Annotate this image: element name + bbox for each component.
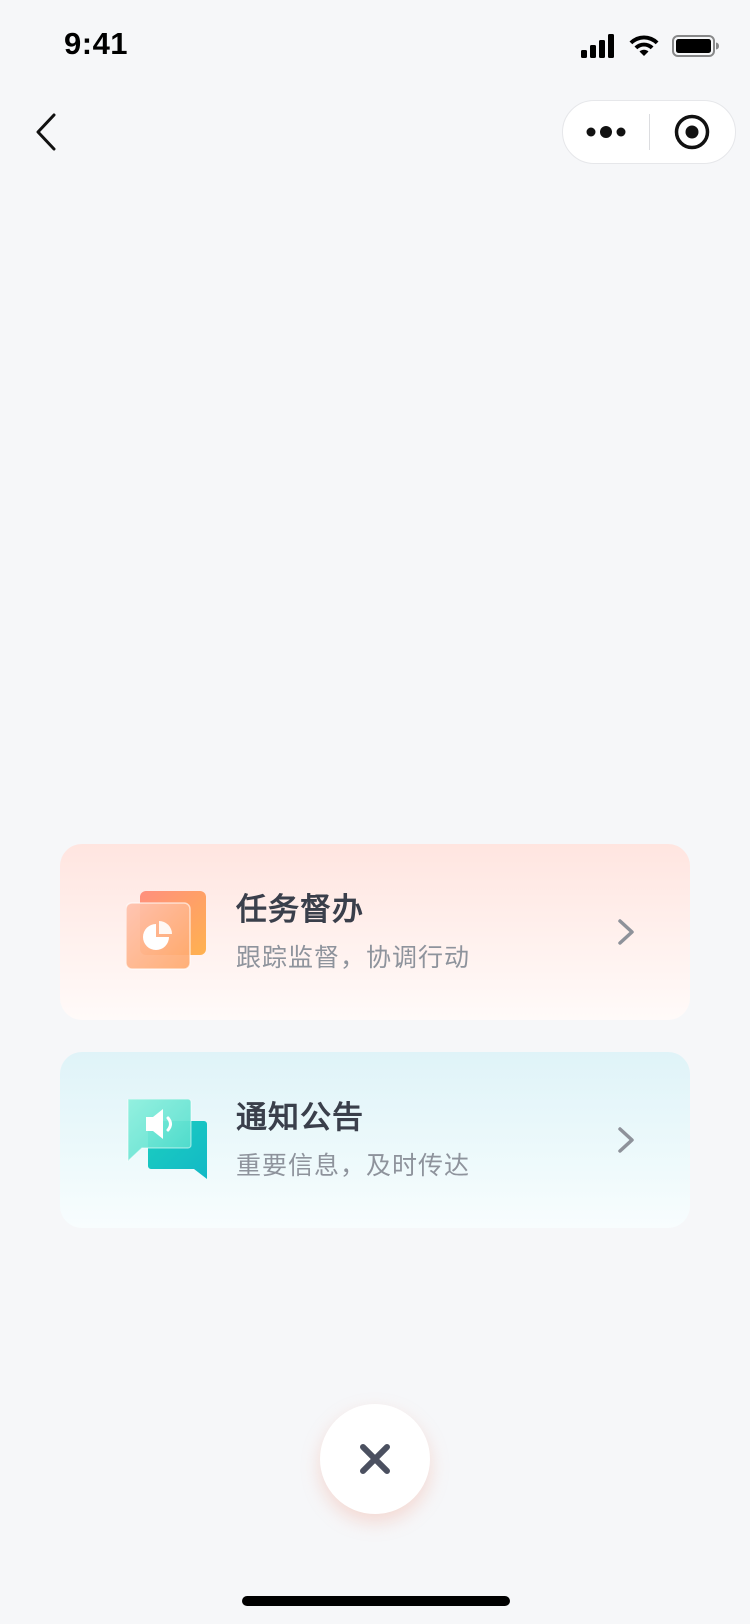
chevron-right-icon: [618, 919, 634, 945]
card-title: 任务督办: [236, 892, 364, 928]
notice-announcement-card[interactable]: 通知公告 重要信息，及时传达: [60, 1052, 690, 1228]
status-bar: 9:41: [0, 0, 750, 88]
notice-card-text: 通知公告 重要信息，及时传达: [236, 1098, 470, 1182]
cellular-signal-icon: [581, 34, 614, 58]
status-time: 9:41: [64, 26, 129, 61]
status-icons: [580, 30, 720, 62]
screen: 9:41 任务督办 跟踪监督，协调行动 通知公告 重要信息，及时传达: [0, 0, 750, 1624]
close-x-icon: [360, 1444, 390, 1474]
battery-icon: [672, 35, 719, 57]
home-indicator: [242, 1596, 510, 1606]
target-circle-icon: [675, 114, 710, 150]
more-dots-icon: [586, 126, 626, 138]
task-supervision-card[interactable]: 任务督办 跟踪监督，协调行动: [60, 844, 690, 1020]
card-subtitle: 跟踪监督，协调行动: [236, 943, 471, 972]
chevron-right-icon: [618, 1127, 634, 1153]
pie-chart-document-icon: [126, 891, 206, 970]
card-subtitle: 重要信息，及时传达: [236, 1151, 471, 1180]
speaker-chat-icon: [127, 1099, 207, 1179]
wifi-icon: [629, 35, 659, 56]
more-button[interactable]: [563, 100, 649, 164]
close-button[interactable]: [320, 1404, 430, 1514]
task-card-text: 任务督办 跟踪监督，协调行动: [236, 890, 470, 974]
chevron-left-icon: [36, 113, 56, 151]
capsule-menu: [562, 100, 736, 164]
exit-miniprogram-button[interactable]: [650, 100, 736, 164]
back-button[interactable]: [26, 108, 66, 156]
card-title: 通知公告: [236, 1100, 364, 1136]
